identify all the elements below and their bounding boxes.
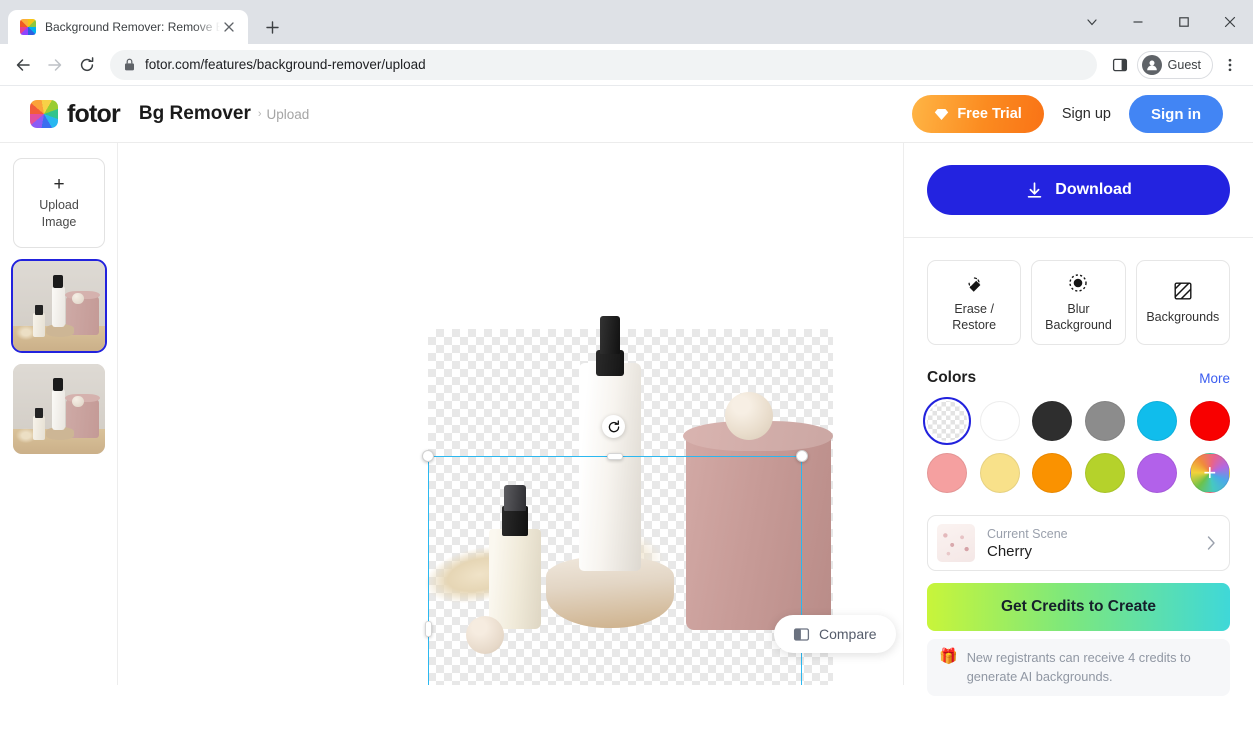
panel-divider	[904, 237, 1253, 238]
get-credits-button[interactable]: Get Credits to Create	[927, 583, 1230, 631]
profile-button[interactable]: Guest	[1137, 51, 1213, 79]
backgrounds-label: Backgrounds	[1146, 309, 1219, 325]
compare-button[interactable]: Compare	[774, 615, 896, 653]
profile-label: Guest	[1168, 58, 1201, 72]
forward-arrow-icon[interactable]	[40, 50, 70, 80]
color-swatch-white[interactable]	[980, 401, 1020, 441]
close-icon[interactable]	[220, 18, 238, 36]
image-sidebar: + Upload Image	[0, 143, 118, 685]
brand-name: fotor	[67, 100, 120, 129]
erase-restore-label: Erase /Restore	[952, 301, 996, 333]
credits-note: 🎁 New registrants can receive 4 credits …	[927, 639, 1230, 696]
color-swatch-transparent[interactable]	[927, 401, 967, 441]
blur-background-label: BlurBackground	[1045, 301, 1112, 333]
thumbnail-preview	[13, 261, 105, 351]
address-bar-url: fotor.com/features/background-remover/up…	[145, 57, 426, 72]
hatched-square-icon	[1172, 280, 1194, 302]
upload-label-line1: Upload	[39, 198, 79, 214]
color-swatch-grid: +	[927, 401, 1230, 493]
header-actions: Free Trial Sign up Sign in	[912, 95, 1223, 133]
sign-in-button[interactable]: Sign in	[1129, 95, 1223, 133]
credits-note-text: New registrants can receive 4 credits to…	[967, 649, 1218, 686]
rotate-icon[interactable]	[602, 415, 625, 438]
colors-more-button[interactable]: More	[1199, 371, 1230, 386]
colors-title: Colors	[927, 369, 976, 387]
gift-icon: 🎁	[939, 649, 958, 686]
tabstrip: Background Remover: Remove B	[0, 10, 1253, 44]
diamond-icon	[934, 108, 949, 121]
transparent-canvas-image[interactable]	[428, 329, 833, 685]
app-header: fotor Bg Remover › Upload Free Trial Sig…	[0, 86, 1253, 143]
color-swatch-purple[interactable]	[1137, 453, 1177, 493]
plus-icon: +	[53, 175, 64, 194]
upload-image-button[interactable]: + Upload Image	[13, 158, 105, 248]
cherry-blossom-thumb	[937, 524, 975, 562]
fotor-logo-icon	[20, 19, 36, 35]
current-scene-texts: Current Scene Cherry	[987, 527, 1195, 560]
download-label: Download	[1055, 181, 1131, 199]
free-trial-label: Free Trial	[957, 106, 1021, 122]
free-trial-button[interactable]: Free Trial	[912, 95, 1043, 133]
color-swatch-orange[interactable]	[1032, 453, 1072, 493]
toolbar-right-actions: Guest	[1105, 50, 1245, 80]
erase-restore-button[interactable]: Erase /Restore	[927, 260, 1021, 345]
browser-tab-strip-bar: Background Remover: Remove B	[0, 0, 1253, 44]
browser-tab-title: Background Remover: Remove B	[45, 20, 220, 34]
browser-toolbar: fotor.com/features/background-remover/up…	[0, 44, 1253, 86]
breadcrumb-separator-icon: ›	[258, 108, 262, 120]
brand-logo[interactable]: fotor Bg Remover	[30, 100, 251, 129]
current-scene-label: Current Scene	[987, 527, 1195, 541]
person-icon	[1142, 55, 1162, 75]
compare-icon	[793, 626, 810, 643]
compare-label: Compare	[819, 626, 877, 642]
cutout-subject	[428, 456, 833, 676]
blur-background-button[interactable]: BlurBackground	[1031, 260, 1125, 345]
fotor-pinwheel-icon	[30, 100, 58, 128]
window-controls	[1069, 0, 1253, 44]
color-swatch-black[interactable]	[1032, 401, 1072, 441]
window-close-icon[interactable]	[1207, 6, 1253, 38]
split-view-icon[interactable]	[1105, 50, 1135, 80]
minimize-icon[interactable]	[1115, 6, 1161, 38]
thumbnail-1[interactable]	[13, 261, 105, 351]
thumbnail-2[interactable]	[13, 364, 105, 454]
browser-tab[interactable]: Background Remover: Remove B	[8, 10, 248, 44]
breadcrumb-current: Upload	[267, 107, 310, 122]
download-icon	[1025, 181, 1044, 200]
maximize-icon[interactable]	[1161, 6, 1207, 38]
workspace: + Upload Image	[0, 143, 1253, 685]
chevron-right-icon	[1207, 536, 1216, 550]
current-scene-row[interactable]: Current Scene Cherry	[927, 515, 1230, 571]
back-arrow-icon[interactable]	[8, 50, 38, 80]
color-picker-button[interactable]: +	[1190, 453, 1230, 493]
tool-buttons-row: Erase /Restore BlurBackground	[927, 260, 1230, 345]
app-name: Bg Remover	[139, 103, 251, 125]
lock-icon	[124, 58, 135, 71]
download-button[interactable]: Download	[927, 165, 1230, 215]
color-swatch-light-yellow[interactable]	[980, 453, 1020, 493]
color-swatch-lime[interactable]	[1085, 453, 1125, 493]
upload-label-line2: Image	[42, 215, 77, 231]
address-bar[interactable]: fotor.com/features/background-remover/up…	[110, 50, 1097, 80]
chevron-down-icon[interactable]	[1069, 6, 1115, 38]
color-swatch-cyan[interactable]	[1137, 401, 1177, 441]
colors-section-header: Colors More	[927, 369, 1230, 387]
three-dot-menu-icon[interactable]	[1215, 50, 1245, 80]
tools-panel: Download Erase /Restore	[903, 143, 1253, 685]
eraser-icon	[963, 272, 985, 294]
backgrounds-button[interactable]: Backgrounds	[1136, 260, 1230, 345]
color-swatch-pink[interactable]	[927, 453, 967, 493]
thumbnail-preview	[13, 364, 105, 454]
sign-up-button[interactable]: Sign up	[1062, 106, 1111, 122]
reload-icon[interactable]	[72, 50, 102, 80]
color-swatch-red[interactable]	[1190, 401, 1230, 441]
plus-icon: +	[1191, 454, 1229, 492]
new-tab-button[interactable]	[258, 13, 286, 41]
current-scene-value: Cherry	[987, 543, 1195, 560]
color-swatch-gray[interactable]	[1085, 401, 1125, 441]
editor-canvas[interactable]: Compare	[118, 143, 903, 685]
blur-icon	[1067, 272, 1089, 294]
